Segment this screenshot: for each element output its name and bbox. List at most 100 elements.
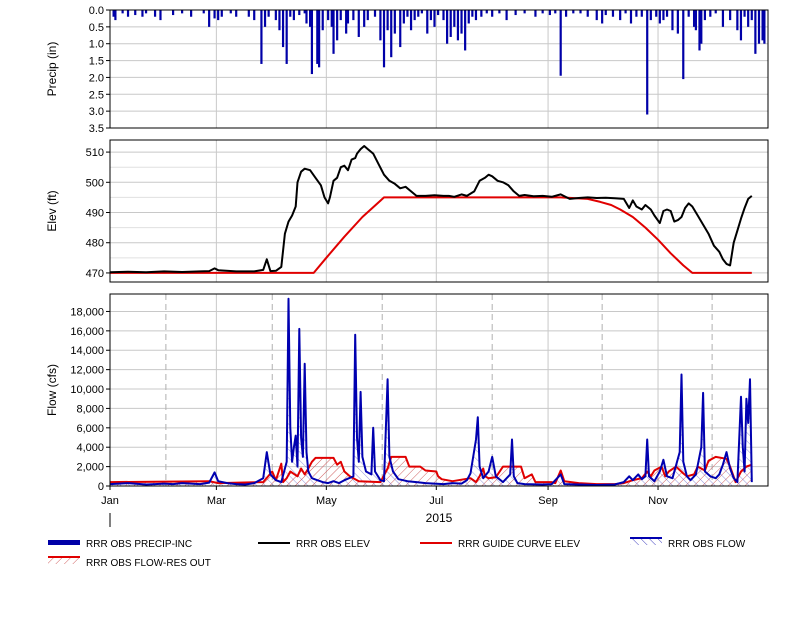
y-axis-label: Precip (in) xyxy=(45,42,59,97)
precip-bar xyxy=(274,10,277,21)
precip-bar xyxy=(456,10,460,41)
precip-bar xyxy=(687,10,690,17)
precip-bar xyxy=(292,10,295,21)
precip-bar xyxy=(601,10,604,24)
precip-bar xyxy=(213,10,216,19)
precip-bar xyxy=(281,10,285,48)
precip-bar xyxy=(721,10,725,27)
precip-bar xyxy=(409,10,413,31)
precip-bar xyxy=(763,10,766,44)
y-tick-label: 16,000 xyxy=(70,326,104,338)
precip-bar xyxy=(357,10,360,37)
precip-bar xyxy=(235,10,238,17)
precip-bar xyxy=(379,10,382,41)
precip-bar xyxy=(429,10,432,21)
precip-bar xyxy=(253,10,256,21)
precip-bar xyxy=(202,10,205,14)
y-tick-label: 2.5 xyxy=(89,89,104,101)
precip-bar xyxy=(321,10,324,31)
x-axis: Jan Mar May Jul Sep Nov xyxy=(101,486,668,507)
precip-bar xyxy=(267,10,270,17)
legend-item: RRR OBS ELEV xyxy=(258,539,370,550)
precip-bar xyxy=(586,10,589,17)
precip-bar xyxy=(523,10,526,14)
precip-panel: 0.0 0.5 1.0 1.5 2.0 2.5 3.0 3.5 Precip (in) xyxy=(45,5,769,135)
precip-bar xyxy=(134,10,137,16)
precip-bar xyxy=(346,10,350,24)
y-tick-label: 8,000 xyxy=(76,403,104,415)
x-tick-label: Sep xyxy=(538,495,558,507)
precip-bar xyxy=(327,10,330,21)
precip-bar xyxy=(662,10,665,21)
precip-bar xyxy=(386,10,389,31)
precip-bar xyxy=(171,10,175,16)
precip-bar xyxy=(541,10,544,14)
precip-bar xyxy=(655,10,658,17)
y-tick-label: 2,000 xyxy=(76,462,104,474)
y-tick-label: 3.0 xyxy=(89,106,104,118)
precip-bar xyxy=(736,10,739,31)
precip-bar xyxy=(144,10,148,14)
precip-bar xyxy=(604,10,607,16)
precip-bar xyxy=(289,10,292,17)
precip-bar xyxy=(471,10,474,17)
precip-bar xyxy=(318,10,321,68)
legend-label: RRR GUIDE CURVE ELEV xyxy=(458,539,580,550)
precip-bar xyxy=(743,10,746,17)
precip-bar xyxy=(436,10,440,16)
precip-bar xyxy=(339,10,342,21)
y-tick-label: 0 xyxy=(98,481,104,493)
precip-bar xyxy=(190,10,193,17)
legend-label: RRR OBS FLOW xyxy=(668,539,746,550)
precip-bar xyxy=(754,10,757,54)
legend-label: RRR OBS FLOW-RES OUT xyxy=(86,558,211,569)
y-tick-label: 2.0 xyxy=(89,72,104,84)
precip-bar xyxy=(485,10,488,14)
precip-bar xyxy=(390,10,393,58)
y-tick-label: 1.0 xyxy=(89,39,104,51)
precip-bar xyxy=(420,10,423,14)
precip-bar xyxy=(474,10,478,21)
precip-bar xyxy=(363,10,366,27)
precip-bar xyxy=(671,10,674,31)
precip-bar xyxy=(505,10,508,21)
precip-bar xyxy=(548,10,551,16)
precip-bar xyxy=(126,10,130,17)
precip-bar xyxy=(373,10,377,17)
legend-item: RRR OBS FLOW-RES OUT xyxy=(48,556,211,569)
precip-bar xyxy=(366,10,369,21)
y-tick-label: 12,000 xyxy=(70,365,104,377)
precip-bar xyxy=(564,10,568,17)
y-tick-label: 14,000 xyxy=(70,345,104,357)
y-tick-label: 0.5 xyxy=(89,22,104,34)
precip-bar xyxy=(298,10,301,16)
precip-bar xyxy=(263,10,267,27)
precip-bar xyxy=(336,10,339,41)
precip-bar xyxy=(703,10,707,21)
legend-swatch xyxy=(48,557,80,564)
x-tick-label: Jul xyxy=(429,495,443,507)
y-tick-label: 4,000 xyxy=(76,442,104,454)
precip-bar xyxy=(285,10,288,64)
precip-bar xyxy=(442,10,445,21)
precip-bar xyxy=(665,10,669,17)
precip-bar xyxy=(159,10,162,21)
y-tick-label: 6,000 xyxy=(76,423,104,435)
legend-swatch xyxy=(48,540,80,545)
precip-bar xyxy=(460,10,463,34)
legend-label: RRR OBS PRECIP-INC xyxy=(86,539,192,550)
y-tick-label: 480 xyxy=(86,238,104,250)
precip-bar xyxy=(417,10,420,17)
precip-bar xyxy=(121,10,124,14)
precip-bar xyxy=(572,10,575,14)
precip-bar xyxy=(714,10,717,14)
hydrograph-svg: 0.00.51.01.52.02.53.03.5Precip (in) 4704… xyxy=(45,5,769,569)
precip-bar xyxy=(247,10,250,17)
x-tick-label: May xyxy=(316,495,337,507)
precip-bar xyxy=(739,10,743,41)
elevation-panel: 470 480 490 500 510 Elev (ft) xyxy=(45,139,769,283)
precip-bar xyxy=(700,10,703,44)
precip-bar xyxy=(352,10,355,21)
precip-bar xyxy=(413,10,416,21)
precip-bar xyxy=(624,10,627,14)
